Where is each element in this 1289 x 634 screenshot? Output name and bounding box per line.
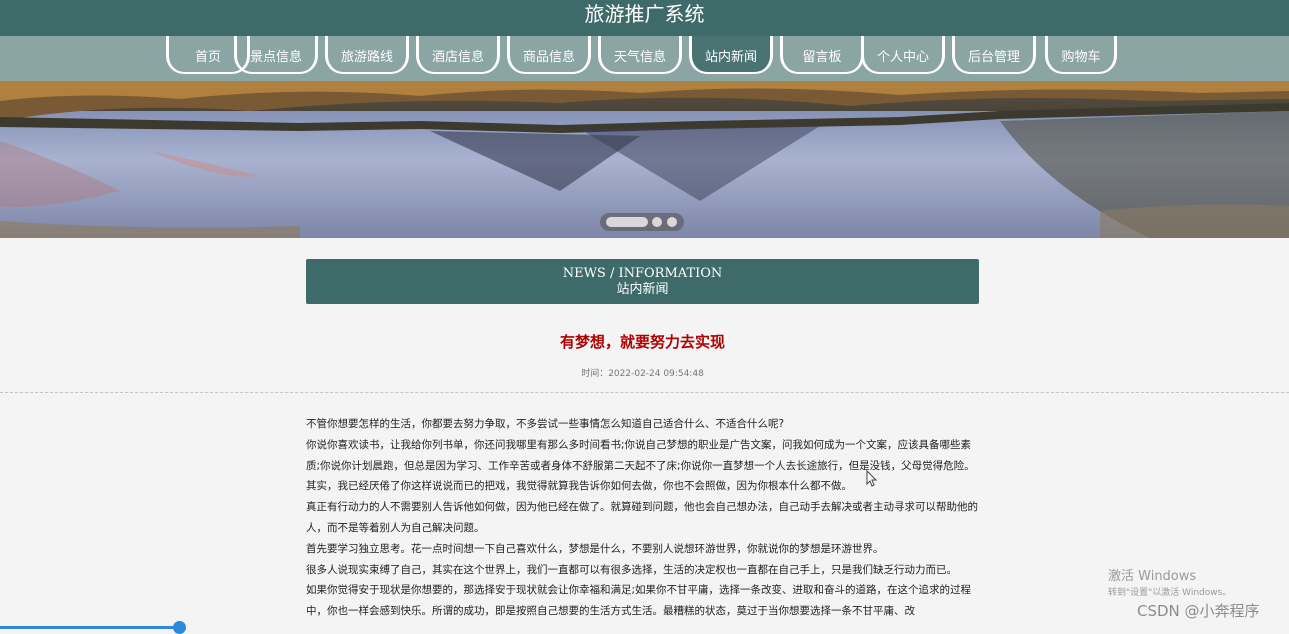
- article-body: 不管你想要怎样的生活，你都要去努力争取，不多尝试一些事情怎么知道自己适合什么、不…: [306, 414, 979, 622]
- horizontal-scrollbar[interactable]: [0, 626, 180, 629]
- article-paragraph: 如果你觉得安于现状是你想要的，那选择安于现状就会让你幸福和满足;如果你不甘平庸，…: [306, 584, 972, 618]
- nav-item-news[interactable]: 站内新闻: [689, 36, 773, 74]
- windows-activation-notice: 激活 Windows 转到"设置"以激活 Windows。: [1108, 568, 1231, 600]
- carousel-dot-active[interactable]: [606, 217, 648, 227]
- scrollbar-thumb[interactable]: [173, 621, 186, 634]
- nav-item-weather[interactable]: 天气信息: [598, 36, 682, 74]
- nav-item-cart[interactable]: 购物车: [1045, 36, 1117, 74]
- article-paragraph: 你说你喜欢读书，让我给你列书单，你还问我哪里有那么多时间看书;你说自己梦想的职业…: [306, 438, 975, 493]
- nav-item-hotels[interactable]: 酒店信息: [416, 36, 500, 74]
- nav-item-goods[interactable]: 商品信息: [507, 36, 591, 74]
- section-header: NEWS / INFORMATION 站内新闻: [306, 259, 979, 304]
- nav-item-routes[interactable]: 旅游路线: [325, 36, 409, 74]
- section-title-en: NEWS / INFORMATION: [562, 266, 723, 281]
- article-time: 时间：2022-02-24 09:54:48: [581, 369, 704, 379]
- activation-title: 激活 Windows: [1108, 569, 1197, 584]
- activation-subtitle: 转到"设置"以激活 Windows。: [1108, 588, 1232, 598]
- site-title: 旅游推广系统: [584, 2, 705, 26]
- nav-item-attractions[interactable]: 景点信息: [234, 36, 318, 74]
- carousel-dot[interactable]: [667, 217, 677, 227]
- mouse-cursor-icon: [866, 470, 878, 487]
- nav-item-guestbook[interactable]: 留言板: [780, 36, 864, 74]
- divider: [0, 392, 1289, 393]
- article-title: 有梦想，就要努力去实现: [559, 333, 725, 351]
- article-paragraph: 首先要学习独立思考。花一点时间想一下自己喜欢什么，梦想是什么，不要别人说想环游世…: [306, 542, 884, 555]
- article-paragraph: 真正有行动力的人不需要别人告诉他如何做，因为他已经在做了。就算碰到问题，他也会自…: [306, 501, 978, 534]
- nav-item-profile[interactable]: 个人中心: [861, 36, 945, 74]
- article-paragraph: 不管你想要怎样的生活，你都要去努力争取，不多尝试一些事情怎么知道自己适合什么、不…: [306, 418, 785, 430]
- nav-item-admin[interactable]: 后台管理: [952, 36, 1036, 74]
- carousel-dot[interactable]: [652, 217, 662, 227]
- section-title-cn: 站内新闻: [616, 282, 669, 297]
- carousel-indicators: [600, 213, 684, 231]
- article-paragraph: 很多人说现实束缚了自己，其实在这个世界上，我们一直都可以有很多选择，生活的决定权…: [306, 563, 957, 576]
- csdn-watermark: CSDN @小奔程序: [1137, 602, 1260, 620]
